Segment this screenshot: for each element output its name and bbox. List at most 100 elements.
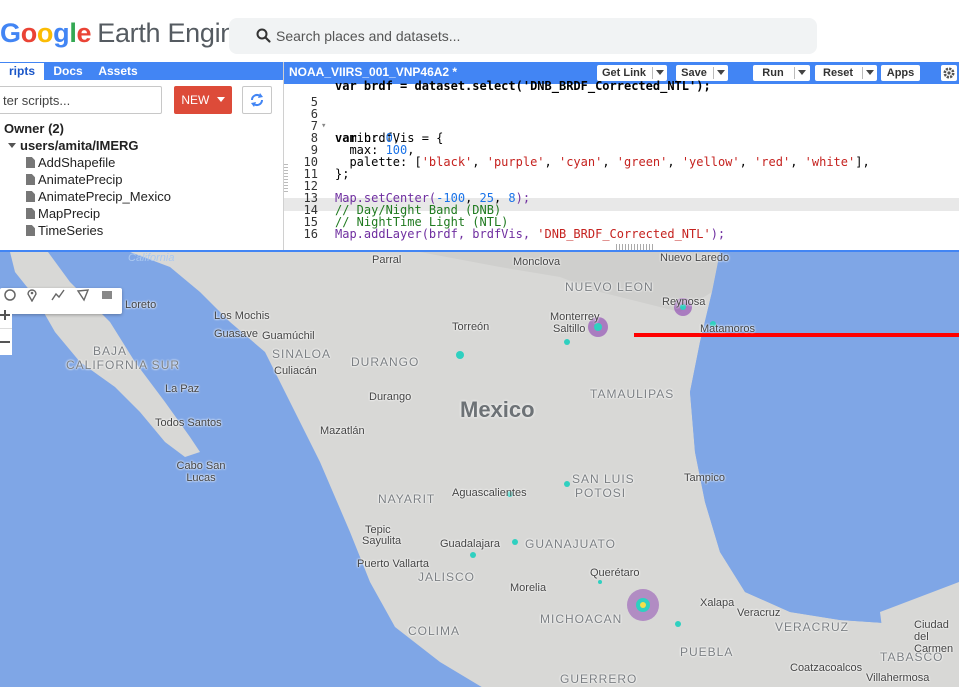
map-label-city: Reynosa — [662, 296, 706, 308]
code-line: 8 max: 100, — [310, 131, 415, 157]
caret-down-icon — [656, 70, 664, 75]
refresh-icon — [251, 93, 263, 107]
top-header: Google Earth Engine — [0, 0, 959, 62]
map-label-city: Saltillo — [553, 323, 586, 335]
map-label-city: Nuevo Laredo — [660, 252, 730, 264]
map-label-city: Guamúchil — [262, 330, 315, 342]
map-label-state: VERACRUZ — [775, 620, 850, 634]
earth-engine-logo[interactable]: Google Earth Engine — [0, 18, 250, 49]
code-editor-panel: NOAA_VIIRS_001_VNP46A2 * Get Link Save R… — [284, 62, 959, 250]
map-label-country: Mexico — [460, 397, 535, 422]
tree-file[interactable]: AddShapefile — [26, 154, 115, 171]
map-label-city: Matamoros — [700, 323, 756, 335]
map-label-state: SAN LUIS — [572, 472, 635, 486]
map-label-city: Torreón — [452, 321, 490, 333]
map-label-city: Todos Santos — [155, 417, 222, 429]
tab-scripts[interactable]: ripts — [0, 63, 44, 80]
map-label-state: GUANAJUATO — [525, 537, 616, 551]
tab-docs[interactable]: Docs — [50, 63, 86, 80]
map-label-city: Loreto — [125, 299, 157, 311]
tree-group-owner[interactable]: Owner (2) — [4, 120, 64, 137]
run-button[interactable]: Run — [753, 65, 810, 81]
code-line: 9 palette: ['black', 'purple', 'cyan', '… — [310, 143, 870, 169]
scripts-panel: ripts Docs Assets NEW Owner (2) users/am… — [0, 62, 284, 250]
zoom-in-button[interactable] — [0, 302, 12, 328]
minus-icon — [0, 341, 10, 343]
map-label-city: Ciudad del Carmen — [914, 619, 954, 655]
search-input[interactable] — [276, 25, 796, 47]
code-line: 7 min: 0, — [310, 119, 401, 145]
map-label-city: Villahermosa — [866, 672, 930, 684]
apps-button[interactable]: Apps — [881, 65, 920, 81]
map-label-state: CALIFORNIA SUR — [66, 358, 181, 372]
filter-scripts-input[interactable] — [0, 86, 162, 114]
map-label-city: Cabo San Lucas — [176, 460, 226, 484]
tree-file[interactable]: TimeSeries — [26, 222, 103, 239]
map-label-city: Mazatlán — [320, 425, 365, 437]
map-label-city: Aguascalientes — [452, 487, 527, 499]
refresh-button[interactable] — [242, 86, 272, 114]
new-script-button[interactable]: NEW — [174, 86, 232, 114]
code-line: 11 — [303, 167, 318, 181]
map-label-state: JALISCO — [418, 570, 476, 584]
map-label-city: Querétaro — [590, 567, 640, 579]
tab-assets[interactable]: Assets — [94, 63, 142, 80]
file-icon — [26, 225, 35, 236]
gulf-of-mexico — [690, 252, 959, 624]
code-line: 15 Map.addLayer(brdf, brdfVis, 'DNB_BRDF… — [303, 215, 726, 241]
file-icon — [26, 174, 35, 185]
tree-file[interactable]: AnimatePrecip_Mexico — [26, 188, 171, 205]
map-label-state: SINALOA — [272, 347, 332, 361]
tree-repo-imerg[interactable]: users/amita/IMERG — [8, 137, 139, 154]
map-label-city: Coatzacoalcos — [790, 662, 863, 674]
map-label-water: California — [128, 252, 175, 264]
map-label-city: Durango — [369, 391, 412, 403]
map-label-city: Xalapa — [700, 597, 735, 609]
map-label-city: Morelia — [510, 582, 547, 594]
map-label-city: Guasave — [214, 328, 259, 340]
gear-icon — [943, 67, 955, 79]
map-label-city: Parral — [372, 254, 402, 266]
search-bar[interactable] — [229, 18, 817, 54]
map-label-state: BAJA — [93, 344, 128, 358]
code-line: 13 // Day/Night Band (DNB) — [303, 191, 502, 217]
map-label-state: COLIMA — [408, 624, 461, 638]
tree-file[interactable]: AnimatePrecip — [26, 171, 123, 188]
marker-icon[interactable] — [25, 288, 39, 302]
map-label-state: GUERRERO — [560, 672, 638, 686]
map-label-city: Culiacán — [274, 365, 317, 377]
caret-down-icon — [866, 70, 874, 75]
map-view[interactable]: California Mexico NUEVO LEON BAJA CALIFO… — [0, 250, 959, 687]
map-label-city: La Paz — [165, 383, 200, 395]
rectangle-icon[interactable] — [100, 288, 114, 302]
line-icon[interactable] — [51, 288, 65, 302]
code-area[interactable]: 5 var brdf = dataset.select('DNB_BRDF_Co… — [284, 79, 959, 250]
map-label-state: NAYARIT — [378, 492, 436, 506]
map-label-state: DURANGO — [351, 355, 420, 369]
drawing-tools — [0, 288, 122, 314]
new-button-label: NEW — [181, 93, 210, 107]
map-label-city: Veracruz — [737, 607, 781, 619]
map-label-state: PUEBLA — [680, 645, 734, 659]
code-line: 12 Map.setCenter(-100, 25, 8); — [303, 179, 531, 205]
settings-button[interactable] — [941, 65, 957, 81]
polygon-icon[interactable] — [76, 288, 90, 302]
map-label-city: Los Mochis — [214, 310, 270, 322]
code-line: 16 — [303, 227, 318, 241]
tree-file[interactable]: MapPrecip — [26, 205, 100, 222]
pan-hand-icon[interactable] — [3, 288, 17, 302]
code-line: 6 ▾ var brdfVis = { — [310, 107, 444, 145]
map-label-city: Guadalajara — [440, 538, 500, 550]
zoom-out-button[interactable] — [0, 328, 12, 355]
map-label-state: POTOSI — [575, 486, 627, 500]
map-label-city: Sayulita — [362, 535, 402, 547]
search-icon[interactable] — [255, 27, 273, 45]
script-title[interactable]: NOAA_VIIRS_001_VNP46A2 * — [289, 65, 457, 79]
code-line: 5 var brdf = dataset.select('DNB_BRDF_Co… — [310, 79, 711, 109]
file-icon — [26, 191, 35, 202]
map-label-city: Monterrey — [550, 311, 600, 323]
map-label-state: NUEVO LEON — [565, 280, 654, 294]
reset-button[interactable]: Reset — [815, 65, 877, 81]
map-label-city: Monclova — [513, 256, 561, 268]
plus-icon — [0, 310, 10, 320]
